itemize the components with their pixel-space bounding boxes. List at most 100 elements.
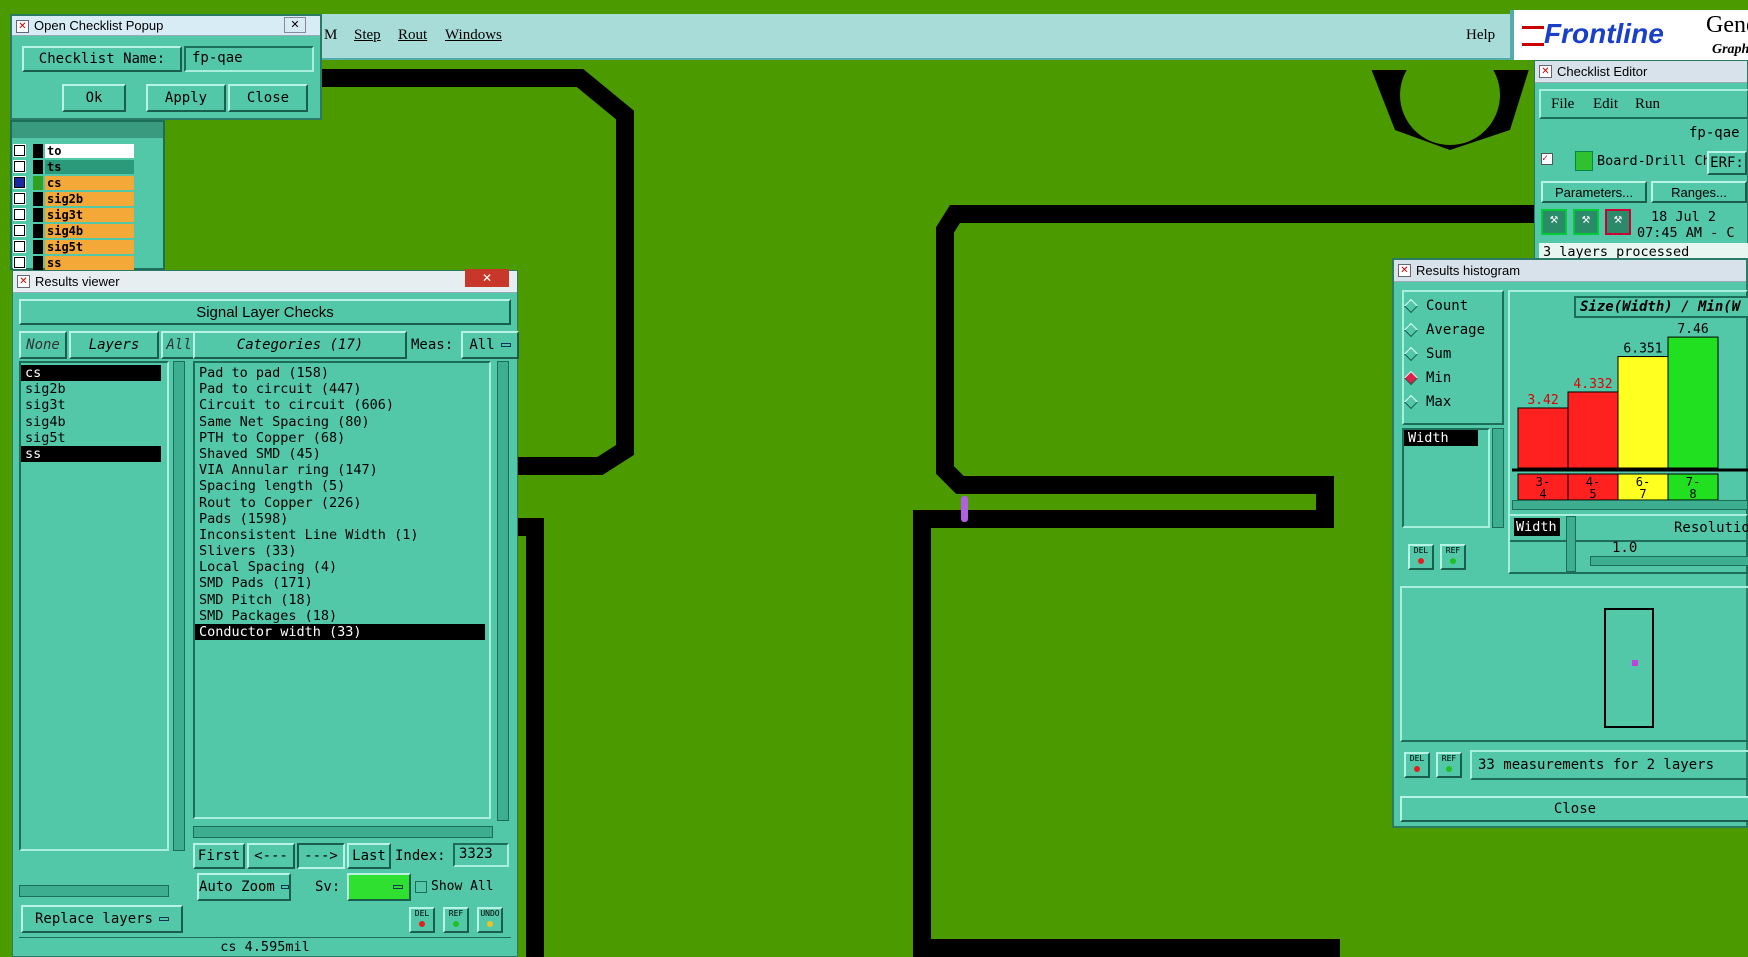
histogram-close-button[interactable]: Close <box>1400 796 1748 822</box>
field-list[interactable]: Width <box>1402 428 1490 528</box>
layer-checkbox[interactable] <box>13 192 26 205</box>
layer-checkbox[interactable] <box>13 256 26 269</box>
layers-button[interactable]: Layers <box>69 331 159 359</box>
run-icon-2[interactable]: ⚒ <box>1573 209 1599 235</box>
auto-zoom-select[interactable]: Auto Zoom <box>197 873 291 901</box>
histogram-bar[interactable] <box>1517 407 1569 469</box>
category-row[interactable]: Pad to circuit (447) <box>195 381 485 397</box>
viewer-layer-row[interactable]: cs <box>21 365 161 382</box>
next-button[interactable]: ---> <box>297 843 345 869</box>
last-button[interactable]: Last <box>347 843 391 869</box>
layer-scrollbar[interactable] <box>173 361 185 851</box>
parameters-button[interactable]: Parameters... <box>1541 181 1647 203</box>
layer-checkbox[interactable] <box>13 224 26 237</box>
category-scrollbar[interactable] <box>497 361 509 821</box>
category-row[interactable]: VIA Annular ring (147) <box>195 462 485 478</box>
category-row[interactable]: SMD Pitch (18) <box>195 592 485 608</box>
editor-menu-run[interactable]: Run <box>1635 96 1660 113</box>
apply-button[interactable]: Apply <box>146 84 226 112</box>
mode-radio-max[interactable]: Max <box>1403 394 1451 410</box>
layer-checkbox[interactable] <box>13 240 26 253</box>
category-row[interactable]: Inconsistent Line Width (1) <box>195 527 485 543</box>
mode-radio-sum[interactable]: Sum <box>1403 346 1451 362</box>
hist-ref-button[interactable]: REF <box>1440 544 1466 570</box>
prev-button[interactable]: <--- <box>247 843 295 869</box>
layer-row[interactable]: ss <box>13 255 134 270</box>
preview-del-button[interactable]: DEL <box>1404 752 1430 778</box>
menu-m[interactable]: M <box>324 27 337 44</box>
field-scrollbar[interactable] <box>1492 428 1504 528</box>
category-row[interactable]: Rout to Copper (226) <box>195 495 485 511</box>
field-width[interactable]: Width <box>1404 430 1478 447</box>
del-button[interactable]: DEL <box>409 907 435 933</box>
close-icon[interactable]: ✕ <box>465 269 509 287</box>
layer-row[interactable]: ts <box>13 159 134 174</box>
layer-row[interactable]: sig2b <box>13 191 134 206</box>
checklist-name-input[interactable]: fp-qae <box>184 46 314 72</box>
categories-button[interactable]: Categories (17) <box>193 331 407 359</box>
ok-button[interactable]: Ok <box>62 84 126 112</box>
first-button[interactable]: First <box>193 843 245 869</box>
viewer-layer-list[interactable]: cs sig2b sig3t sig4b sig5t ss <box>19 361 169 851</box>
layer-row[interactable]: sig5t <box>13 239 134 254</box>
category-row[interactable]: PTH to Copper (68) <box>195 430 485 446</box>
sv-color-select[interactable] <box>347 873 411 901</box>
mode-radio-average[interactable]: Average <box>1403 322 1485 338</box>
viewer-layer-row[interactable]: ss <box>21 445 161 463</box>
run-icon-1[interactable]: ⚒ <box>1541 209 1567 235</box>
category-hscrollbar[interactable] <box>193 826 493 838</box>
category-row[interactable]: SMD Packages (18) <box>195 608 485 624</box>
menu-step[interactable]: Step <box>354 27 381 44</box>
resolution-slider[interactable] <box>1590 556 1748 566</box>
layer-row[interactable]: sig4b <box>13 223 134 238</box>
layer-checkbox[interactable] <box>13 144 26 157</box>
show-all-checkbox[interactable] <box>415 881 427 893</box>
category-row[interactable]: Conductor width (33) <box>195 624 485 641</box>
viewer-layer-row[interactable]: sig4b <box>21 414 161 430</box>
layer-checkbox[interactable] <box>13 160 26 173</box>
category-row[interactable]: Pad to pad (158) <box>195 365 485 381</box>
undo-button[interactable]: UNDO <box>477 907 503 933</box>
layer-checkbox[interactable] <box>13 176 26 189</box>
mode-radio-count[interactable]: Count <box>1403 298 1468 314</box>
category-row[interactable]: Circuit to circuit (606) <box>195 397 485 413</box>
viewer-layer-row[interactable]: sig2b <box>21 381 161 397</box>
category-row[interactable]: Same Net Spacing (80) <box>195 414 485 430</box>
replace-layers-select[interactable]: Replace layers <box>21 905 183 933</box>
run-icon-3[interactable]: ⚒ <box>1605 209 1631 235</box>
close-button[interactable]: Close <box>228 84 308 112</box>
menu-windows[interactable]: Windows <box>445 27 502 44</box>
close-icon[interactable]: ✕ <box>284 17 306 33</box>
layer-row[interactable]: to <box>13 143 134 158</box>
chart-hscrollbar[interactable] <box>1512 500 1748 510</box>
meas-select[interactable]: All <box>461 331 519 359</box>
all-button[interactable]: All <box>161 331 197 359</box>
ranges-button[interactable]: Ranges... <box>1651 181 1747 203</box>
menu-rout[interactable]: Rout <box>398 27 427 44</box>
layer-checkbox[interactable] <box>13 208 26 221</box>
category-list[interactable]: Pad to pad (158) Pad to circuit (447) Circ… <box>193 361 491 819</box>
category-row[interactable]: Local Spacing (4) <box>195 559 485 575</box>
category-row[interactable]: Pads (1598) <box>195 511 485 527</box>
editor-menu-edit[interactable]: Edit <box>1593 96 1618 113</box>
viewer-layer-row[interactable]: sig5t <box>21 430 161 446</box>
menu-help[interactable]: Help <box>1466 27 1495 44</box>
erf-button[interactable]: ERF: <box>1707 151 1747 175</box>
category-row[interactable]: Shaved SMD (45) <box>195 446 485 462</box>
histogram-bar[interactable] <box>1617 356 1669 469</box>
layer-row[interactable]: cs <box>13 175 134 190</box>
category-row[interactable]: Slivers (33) <box>195 543 485 559</box>
viewer-layer-row[interactable]: sig3t <box>21 397 161 413</box>
layer-row[interactable]: sig3t <box>13 207 134 222</box>
histogram-bar[interactable] <box>1667 336 1719 469</box>
none-button[interactable]: None <box>19 331 67 359</box>
editor-menu-file[interactable]: File <box>1551 96 1574 113</box>
hist-del-button[interactable]: DEL <box>1408 544 1434 570</box>
preview-ref-button[interactable]: REF <box>1436 752 1462 778</box>
ref-button[interactable]: REF <box>443 907 469 933</box>
check-toggle-icon[interactable]: ✓ <box>1541 153 1553 165</box>
index-input[interactable]: 3323 <box>453 843 509 867</box>
category-row[interactable]: Spacing length (5) <box>195 478 485 494</box>
histogram-chart[interactable]: 3.423-44.3324-56.3516-77.467-8 <box>1512 318 1748 518</box>
mode-radio-min[interactable]: Min <box>1403 370 1451 386</box>
